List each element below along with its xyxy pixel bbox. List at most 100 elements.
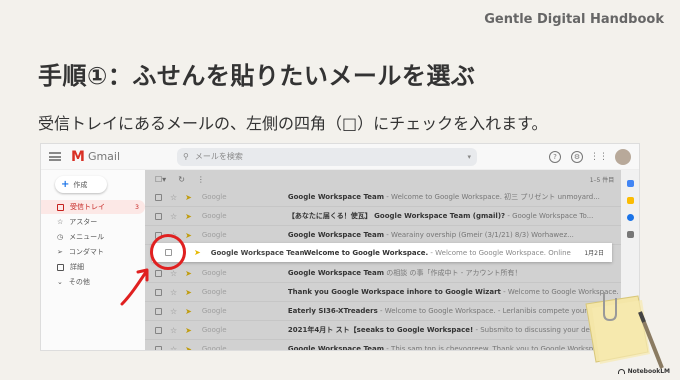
brand-title: Gentle Digital Handbook	[484, 12, 664, 27]
search-input[interactable]: ⚲ メールを検索 ▾	[177, 147, 477, 166]
send-icon: ➢	[57, 248, 63, 256]
page-subtitle: 受信トレイにあるメールの、左側の四角（□）にチェックを入れます。	[38, 114, 548, 133]
important-marker-icon[interactable]: ➤	[185, 212, 192, 221]
mail-snippet: Welcome to Google Workspace. - Welcome t…	[304, 248, 572, 258]
mail-checkbox[interactable]	[155, 269, 162, 277]
mail-snippet: Thank you Google Workspace inhore to Goo…	[288, 288, 619, 296]
mail-row[interactable]: ☆ ➤ Google Thank you Google Workspace inhor…	[145, 283, 639, 302]
gmail-logo[interactable]: M Gmail	[71, 149, 161, 165]
sidebar-item-label: その他	[68, 278, 90, 286]
mail-sender: Google	[201, 212, 227, 220]
mail-row[interactable]: ☆ ➤ Google Google Workspace Team - This sam…	[145, 340, 639, 351]
mail-rows: ☆ ➤ Google Google Workspace Team - Welcome …	[145, 188, 639, 351]
mail-subject: Google Workspace Team	[287, 345, 385, 351]
select-all-checkbox[interactable]: ☐▾	[155, 175, 166, 184]
mail-checkbox[interactable]	[155, 193, 162, 201]
tasks-icon[interactable]	[626, 214, 634, 221]
sidebar-item-snoozed[interactable]: ◷ メニュール	[41, 230, 145, 244]
important-marker-icon[interactable]: ➤	[185, 193, 192, 202]
highlighted-mail-row[interactable]: ➤ Google Workspace Team Welcome to Googl…	[152, 243, 612, 262]
mail-preview: - Welcome to Google Workspace. - Lerlani…	[377, 307, 600, 315]
chevron-down-icon: ⌄	[57, 278, 63, 286]
calendar-icon[interactable]	[626, 180, 634, 187]
mail-preview: - Welcome to Google Workspace. Online 12…	[430, 248, 572, 257]
star-icon[interactable]: ☆	[170, 193, 177, 202]
mail-toolbar: ☐▾ ↻ ⋮ 1–5 件目 ‹ › ▦	[145, 170, 639, 188]
important-marker-icon[interactable]: ➤	[185, 288, 192, 297]
plus-icon: +	[61, 179, 70, 190]
mail-checkbox[interactable]	[155, 288, 162, 296]
mail-sender: Google	[201, 288, 227, 296]
mail-sender: Google	[201, 193, 227, 201]
mail-row[interactable]: ☆ ➤ Google Google Workspace Team の相談 の事「作成中…	[145, 264, 639, 283]
draft-icon	[57, 263, 64, 271]
mail-snippet: Google Workspace Team の相談 の事「作成中ト - アカウン…	[288, 268, 619, 278]
sidebar-item-starred[interactable]: ☆ アスター	[41, 215, 145, 229]
mail-checkbox[interactable]	[155, 326, 162, 334]
mail-checkbox[interactable]	[155, 307, 162, 315]
star-icon[interactable]: ☆	[170, 307, 177, 316]
star-icon[interactable]: ☆	[170, 288, 177, 297]
mail-snippet: Google Workspace Team - Wearainy overshi…	[288, 231, 619, 239]
mail-checkbox[interactable]	[155, 212, 162, 220]
avatar[interactable]	[615, 148, 631, 165]
gmail-logo-text: Gmail	[87, 150, 121, 163]
compose-label: 作成	[73, 180, 88, 189]
mail-snippet: 2021年4月ト スト【seeaks to Google Workspace! …	[288, 325, 619, 335]
inbox-icon	[57, 203, 64, 211]
important-marker-icon[interactable]: ➤	[185, 269, 192, 278]
mail-subject: Google Workspace Team	[287, 231, 385, 239]
page-title: 手順①：ふせんを貼りたいメールを選ぶ	[38, 62, 476, 90]
mail-row[interactable]: ☆ ➤ Google 【あなたに届くる！使瓦】 Google Workspace Te…	[145, 207, 639, 226]
mail-subject: Google Workspace Team	[287, 269, 385, 277]
mail-subject: Google Workspace Team	[287, 193, 385, 201]
mail-sender: Google Workspace Team	[210, 248, 304, 257]
mail-row[interactable]: ☆ ➤ Google Google Workspace Team - Welcome …	[145, 188, 639, 207]
menu-icon[interactable]	[49, 152, 61, 161]
important-marker-icon[interactable]: ➤	[185, 307, 192, 316]
important-marker-icon[interactable]: ➤	[185, 231, 192, 240]
mail-subject: Welcome to Google Workspace.	[303, 248, 429, 257]
mail-date: 1月2日	[584, 250, 604, 257]
pager-text: 1–5 件目	[589, 176, 615, 184]
mail-checkbox[interactable]	[155, 345, 162, 350]
sidebar-item-label: コンダマト	[68, 248, 104, 256]
mail-sender: Google	[201, 269, 227, 277]
star-icon[interactable]: ☆	[170, 326, 177, 335]
header-icons: ? ⚙ ⋮⋮	[549, 148, 631, 165]
search-icon: ⚲	[183, 152, 189, 161]
mail-subject: 【あなたに届くる！使瓦】 Google Workspace Team (gmai…	[287, 212, 506, 220]
help-icon[interactable]: ?	[549, 150, 561, 163]
apps-icon[interactable]: ⋮⋮	[590, 151, 608, 163]
mail-row[interactable]: ☆ ➤ Google 2021年4月ト スト【seeaks to Google Wor…	[145, 321, 639, 340]
star-icon[interactable]: ☆	[170, 269, 177, 278]
gmail-header: M Gmail ⚲ メールを検索 ▾ ? ⚙ ⋮⋮	[41, 144, 639, 170]
sidebar: + 作成 受信トレイ 3 ☆ アスター ◷ メニュール ➢ コンダマト 詳細 ⌄…	[41, 170, 145, 350]
important-marker-icon[interactable]: ➤	[194, 248, 201, 257]
more-icon[interactable]: ⋮	[197, 175, 205, 184]
sticky-note-icon	[585, 292, 664, 369]
sidebar-item-inbox[interactable]: 受信トレイ 3	[41, 200, 145, 214]
notebooklm-icon	[617, 369, 625, 374]
star-icon[interactable]: ☆	[170, 345, 177, 351]
mail-preview: - Wearainy overship (Gmeir (3/1/21) 8/3)…	[384, 231, 574, 239]
search-placeholder: メールを検索	[194, 152, 243, 161]
keep-icon[interactable]	[626, 197, 634, 204]
mail-row[interactable]: ☆ ➤ Google Eaterly SI36-XTreaders - Welcome…	[145, 302, 639, 321]
sidebar-item-label: アスター	[69, 218, 98, 226]
important-marker-icon[interactable]: ➤	[185, 345, 192, 351]
mail-snippet: 【あなたに届くる！使瓦】 Google Workspace Team (gmai…	[288, 211, 619, 221]
mail-snippet: Google Workspace Team - Welcome to Googl…	[288, 192, 619, 202]
mail-subject: 2021年4月ト スト【seeaks to Google Workspace!	[287, 326, 474, 334]
search-options-icon[interactable]: ▾	[467, 153, 471, 161]
important-marker-icon[interactable]: ➤	[185, 326, 192, 335]
sidebar-item-sent[interactable]: ➢ コンダマト	[41, 245, 145, 259]
star-icon[interactable]: ☆	[170, 212, 177, 221]
contacts-icon[interactable]	[626, 231, 634, 238]
gear-icon[interactable]: ⚙	[571, 150, 583, 163]
compose-button[interactable]: + 作成	[55, 176, 107, 193]
unread-count: 3	[135, 203, 139, 211]
gmail-m-icon: M	[71, 148, 85, 165]
mail-subject: Thank you Google Workspace inhore to Goo…	[287, 288, 501, 296]
refresh-icon[interactable]: ↻	[178, 175, 185, 184]
